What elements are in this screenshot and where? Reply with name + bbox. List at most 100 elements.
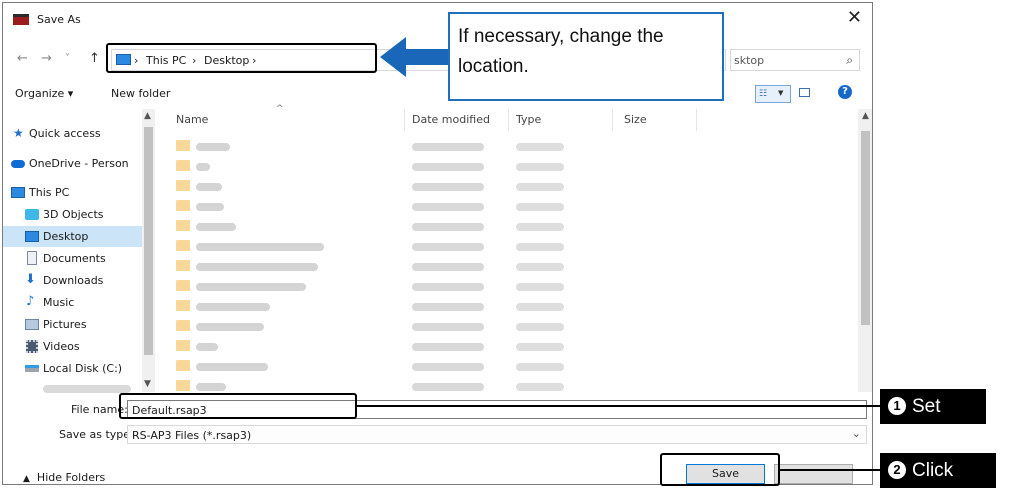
sidebar-item-music[interactable]: ♪ Music [3, 292, 143, 313]
blurred-name [196, 183, 222, 191]
sidebar-item-desktop[interactable]: Desktop [3, 226, 143, 247]
scrollbar-thumb[interactable] [144, 127, 153, 355]
sidebar-item-label: Videos [43, 340, 80, 353]
table-row[interactable] [156, 137, 756, 157]
blurred-name [196, 263, 318, 271]
view-options-button[interactable]: ☷ ▼ [755, 85, 791, 103]
star-icon: ★ [13, 126, 24, 140]
sidebar-item-label: Desktop [43, 230, 89, 243]
sidebar-item-videos[interactable]: Videos [3, 336, 143, 357]
music-icon: ♪ [26, 294, 35, 309]
sidebar-item-this-pc[interactable]: This PC [3, 182, 143, 203]
folder-icon [176, 260, 190, 271]
preview-pane-icon[interactable] [799, 88, 810, 97]
sidebar-item-label: Music [43, 296, 75, 309]
table-row[interactable] [156, 317, 756, 337]
download-icon: ⬇ [25, 272, 36, 287]
blurred-name [196, 163, 210, 171]
arrow-left-icon [380, 37, 448, 77]
folder-icon [176, 300, 190, 311]
table-row[interactable] [156, 257, 756, 277]
blurred-type [516, 143, 564, 151]
sidebar-item-label: Local Disk (C:) [43, 362, 123, 375]
pictures-icon [25, 319, 39, 330]
folder-icon [176, 380, 190, 391]
hide-folders-button[interactable]: ▲ Hide Folders [23, 471, 105, 484]
forward-icon[interactable]: → [41, 51, 52, 66]
help-icon[interactable]: ? [838, 85, 852, 99]
folder-icon [176, 320, 190, 331]
blurred-date [412, 183, 484, 191]
recent-locations-icon[interactable]: ˅ [65, 53, 70, 64]
column-divider[interactable] [404, 109, 405, 131]
sidebar-item-onedrive[interactable]: OneDrive - Person [3, 153, 143, 174]
blurred-name [196, 203, 224, 211]
desktop-icon [25, 231, 39, 242]
column-divider[interactable] [696, 109, 697, 131]
search-placeholder: sktop [734, 54, 765, 67]
cancel-button[interactable] [774, 464, 853, 484]
save-button-highlight [660, 453, 780, 486]
chevron-down-icon: ▼ [778, 89, 784, 97]
blurred-date [412, 163, 484, 171]
sort-ascending-icon: ^ [276, 104, 284, 114]
app-icon [13, 14, 29, 25]
file-name-highlight [119, 393, 357, 419]
table-row[interactable] [156, 177, 756, 197]
save-as-type-select[interactable]: RS-AP3 Files (*.rsap3) ⌄ [127, 425, 867, 444]
table-row[interactable] [156, 217, 756, 237]
column-header-name[interactable]: Name [176, 113, 208, 126]
document-icon [27, 251, 37, 265]
blurred-date [412, 343, 484, 351]
folder-icon [176, 280, 190, 291]
scroll-up-icon[interactable]: ▲ [862, 111, 869, 121]
table-row[interactable] [156, 197, 756, 217]
sidebar-item-label: Quick access [29, 127, 101, 140]
table-row[interactable] [156, 237, 756, 257]
close-icon[interactable]: ✕ [847, 8, 862, 28]
3d-objects-icon [25, 209, 39, 220]
blurred-type [516, 343, 564, 351]
back-icon[interactable]: ← [17, 51, 28, 66]
column-divider[interactable] [508, 109, 509, 131]
sidebar-item-downloads[interactable]: ⬇ Downloads [3, 270, 143, 291]
table-row[interactable] [156, 337, 756, 357]
sidebar-item-documents[interactable]: Documents [3, 248, 143, 269]
sidebar-item-quick-access[interactable]: ★ Quick access [3, 123, 143, 144]
sidebar-item-3d-objects[interactable]: 3D Objects [3, 204, 143, 225]
blurred-date [412, 283, 484, 291]
blurred-type [516, 263, 564, 271]
file-list-scrollbar[interactable]: ▲ [858, 109, 872, 392]
blurred-type [516, 163, 564, 171]
table-row[interactable] [156, 157, 756, 177]
sidebar-item-local-disk[interactable]: Local Disk (C:) [3, 358, 143, 379]
column-divider[interactable] [612, 109, 613, 131]
organize-button[interactable]: Organize ▾ [15, 87, 73, 100]
sidebar-item-pictures[interactable]: Pictures [3, 314, 143, 335]
folder-icon [176, 360, 190, 371]
new-folder-button[interactable]: New folder [111, 87, 170, 100]
column-header-type[interactable]: Type [516, 113, 541, 126]
sidebar-item-label: Downloads [43, 274, 104, 287]
videos-icon [26, 340, 38, 353]
table-row[interactable] [156, 297, 756, 317]
search-icon[interactable]: ⌕ [846, 53, 853, 68]
title-bar: Save As ✕ [3, 3, 872, 35]
table-row[interactable] [156, 357, 756, 377]
leader-line [780, 469, 880, 471]
folder-icon [176, 140, 190, 151]
search-input[interactable]: sktop ⌕ [730, 49, 860, 71]
step-2-text: Click [912, 460, 954, 481]
dialog-title: Save As [37, 13, 81, 26]
column-header-size[interactable]: Size [624, 113, 647, 126]
scroll-down-icon[interactable]: ▼ [144, 379, 151, 389]
blurred-date [412, 203, 484, 211]
navigation-scrollbar[interactable]: ▲ ▼ [142, 109, 155, 392]
column-header-date-modified[interactable]: Date modified [412, 113, 490, 126]
table-row[interactable] [156, 277, 756, 297]
up-icon[interactable]: ↑ [89, 51, 100, 66]
scroll-up-icon[interactable]: ▲ [144, 111, 151, 121]
file-list[interactable]: ^ Name Date modified Type Size ▲ [156, 104, 872, 392]
scrollbar-thumb[interactable] [861, 131, 870, 325]
blurred-name [196, 323, 264, 331]
